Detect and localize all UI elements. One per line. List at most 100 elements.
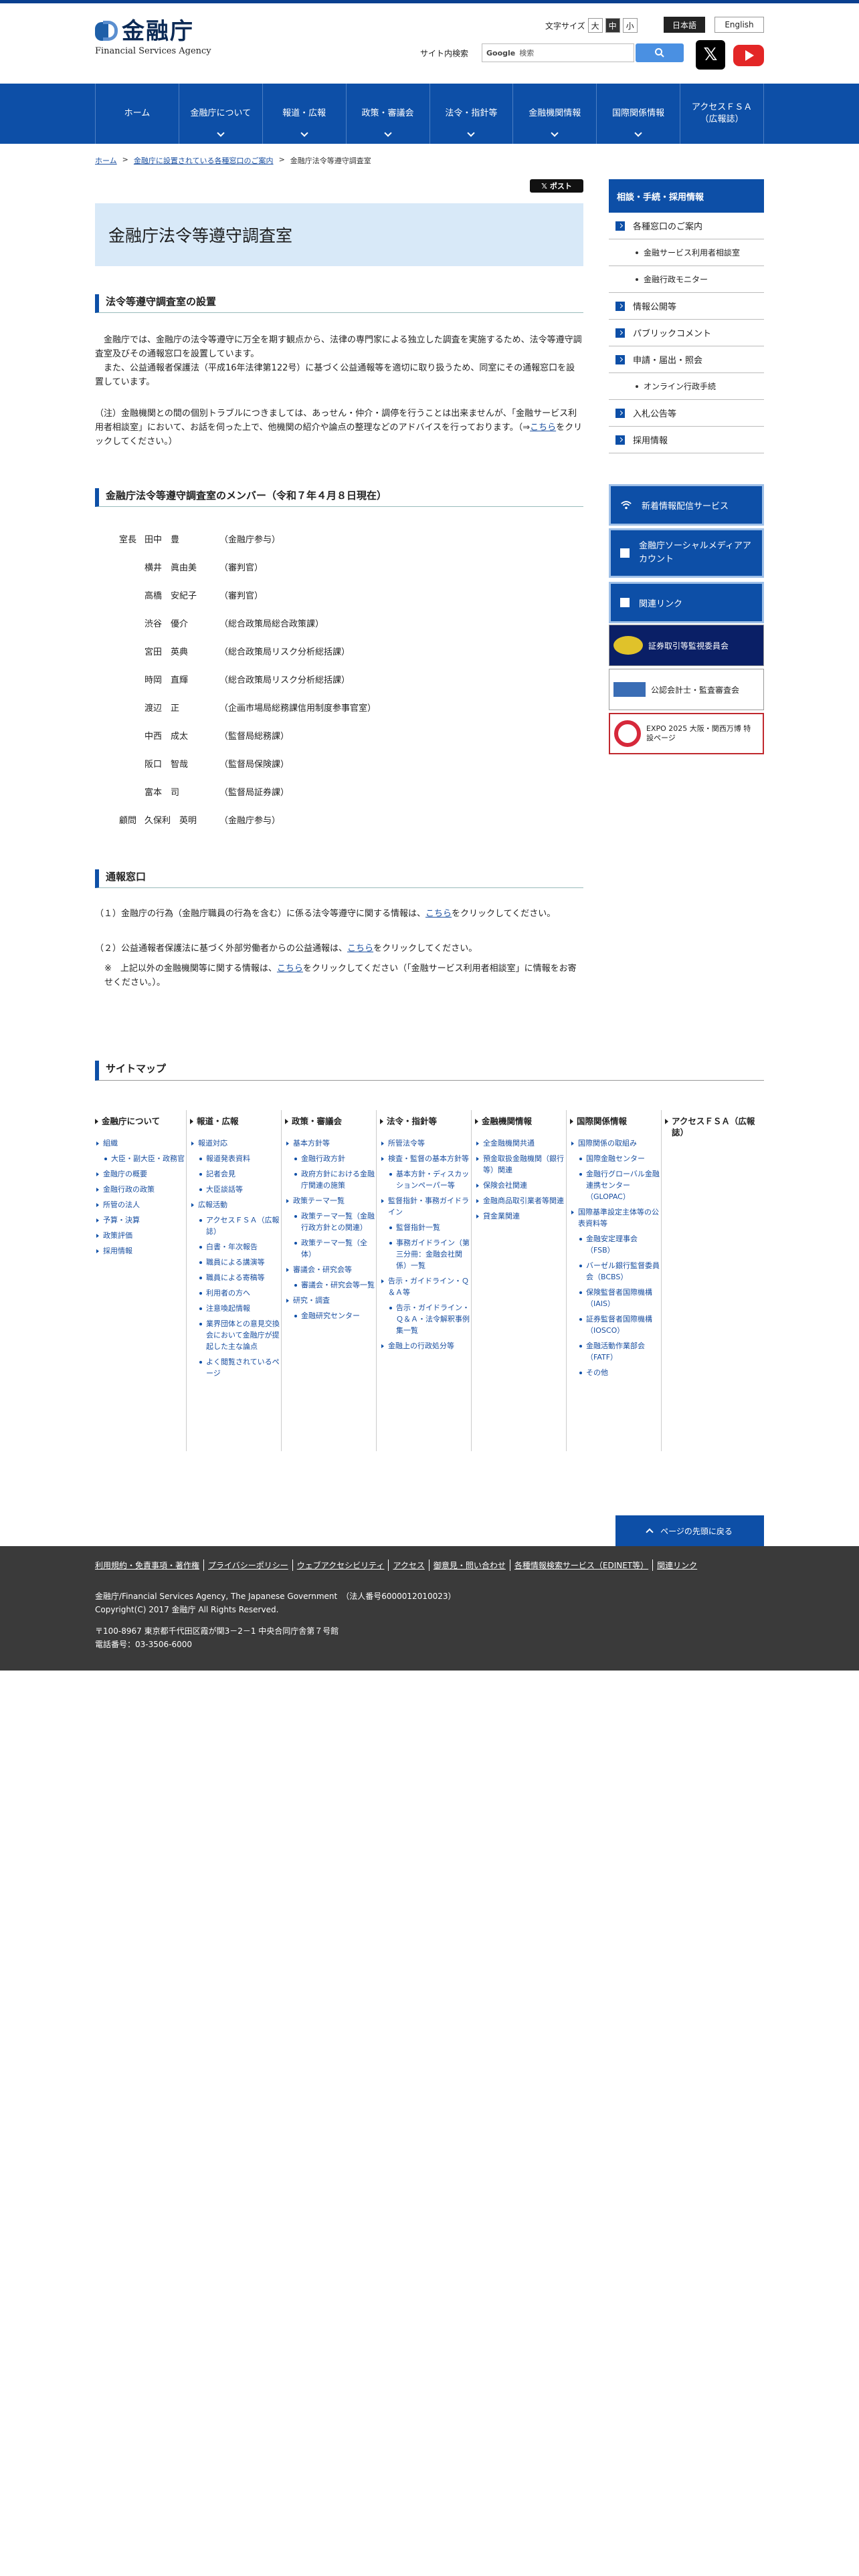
youtube-icon[interactable]	[733, 45, 764, 66]
page-top-button[interactable]: ページの先頭に戻る	[615, 1515, 764, 1546]
sitemap-column-heading[interactable]: 法令・指針等	[380, 1115, 470, 1127]
sitemap-link[interactable]: 所管法令等	[380, 1138, 470, 1149]
sitemap-link[interactable]: 監督指針・事務ガイドライン	[380, 1195, 470, 1218]
sitemap-link[interactable]: 利用者の方へ	[190, 1287, 280, 1299]
sitemap-link[interactable]: 証券監督者国際機構（IOSCO）	[570, 1313, 660, 1336]
sitemap-link[interactable]: 金融商品取引業者等関連	[475, 1195, 565, 1206]
side-nav-item[interactable]: パブリックコメント	[609, 320, 764, 346]
sitemap-link[interactable]: 予算・決算	[95, 1214, 185, 1226]
sitemap-link[interactable]: 告示・ガイドライン・Ｑ＆Ａ・法令解釈事例集一覧	[380, 1302, 470, 1336]
sitemap-link[interactable]: 金融行政方針	[285, 1153, 375, 1164]
banner-sesc[interactable]: 証券取引等監視委員会	[609, 625, 764, 666]
sitemap-column-heading[interactable]: 金融庁について	[95, 1115, 185, 1127]
footer-link[interactable]: 関連リンク	[652, 1560, 701, 1571]
banner-related-links[interactable]: 関連リンク	[609, 582, 764, 623]
sitemap-column-heading[interactable]: 政策・審議会	[285, 1115, 375, 1127]
sitemap-link[interactable]: 国際基準設定主体等の公表資料等	[570, 1206, 660, 1229]
footer-link[interactable]: プライバシーポリシー	[203, 1560, 292, 1571]
gnav-international[interactable]: 国際関係情報	[596, 84, 680, 144]
search-input[interactable]: Google 検索	[482, 43, 634, 62]
sitemap-link[interactable]: 業界団体との意見交換会において金融庁が提起した主な論点	[190, 1318, 280, 1352]
sitemap-link[interactable]: 白書・年次報告	[190, 1241, 280, 1253]
search-button[interactable]	[636, 43, 684, 62]
banner-social-media[interactable]: 金融庁ソーシャルメディアアカウント	[609, 528, 764, 578]
sitemap-link[interactable]: 保険監督者国際機構（IAIS）	[570, 1287, 660, 1309]
footer-link[interactable]: アクセス	[388, 1560, 428, 1571]
banner-news-delivery[interactable]: 新着情報配信サービス	[609, 484, 764, 526]
side-nav-item[interactable]: 採用情報	[609, 427, 764, 453]
font-size-small-button[interactable]: 小	[622, 18, 638, 33]
gnav-laws[interactable]: 法令・指針等	[429, 84, 513, 144]
side-nav-item[interactable]: 各種窓口のご案内	[609, 213, 764, 239]
sitemap-link[interactable]: 審議会・研究会等	[285, 1264, 375, 1275]
footer-link[interactable]: ウェブアクセシビリティ	[292, 1560, 389, 1571]
hotline-link-3[interactable]: こちら	[277, 964, 303, 974]
banner-cpaaob[interactable]: 公認会計士・監査審査会	[609, 669, 764, 710]
sitemap-link[interactable]: 採用情報	[95, 1245, 185, 1257]
font-size-medium-button[interactable]: 中	[605, 18, 620, 33]
footer-link[interactable]: 利用規約・免責事項・著作権	[95, 1560, 203, 1571]
side-nav-item[interactable]: 入札公告等	[609, 400, 764, 427]
sitemap-link[interactable]: 国際金融センター	[570, 1153, 660, 1164]
sitemap-link[interactable]: 金融安定理事会（FSB）	[570, 1233, 660, 1256]
sitemap-link[interactable]: 報道発表資料	[190, 1153, 280, 1164]
breadcrumb-home[interactable]: ホーム	[95, 155, 117, 166]
sitemap-link[interactable]: 注意喚起情報	[190, 1303, 280, 1314]
sitemap-link[interactable]: 政策テーマ一覧（全体）	[285, 1237, 375, 1260]
sitemap-link[interactable]: 検査・監督の基本方針等	[380, 1153, 470, 1164]
side-nav-item[interactable]: 情報公開等	[609, 293, 764, 320]
site-logo[interactable]: 金融庁	[95, 19, 194, 43]
sitemap-link[interactable]: 金融行政の政策	[95, 1184, 185, 1195]
gnav-about[interactable]: 金融庁について	[178, 84, 262, 144]
footer-link[interactable]: 各種情報検索サービス（EDINET等）	[509, 1560, 652, 1571]
sitemap-column-heading[interactable]: アクセスＦＳＡ（広報誌）	[665, 1115, 755, 1138]
sitemap-link[interactable]: よく閲覧されているページ	[190, 1356, 280, 1379]
footer-link[interactable]: 御意見・問い合わせ	[428, 1560, 510, 1571]
font-size-large-button[interactable]: 大	[587, 18, 603, 33]
sitemap-column-heading[interactable]: 金融機関情報	[475, 1115, 565, 1127]
lang-english-button[interactable]: English	[714, 17, 764, 33]
side-nav-item[interactable]: 金融サービス利用者相談室	[609, 239, 764, 266]
side-nav-item[interactable]: 申請・届出・照会	[609, 346, 764, 373]
side-nav-item[interactable]: 金融行政モニター	[609, 266, 764, 293]
banner-expo2025[interactable]: EXPO 2025 大阪・関西万博 特設ページ	[609, 713, 764, 754]
sitemap-link[interactable]: 金融活動作業部会（FATF）	[570, 1340, 660, 1363]
sitemap-link[interactable]: 組織	[95, 1138, 185, 1149]
sitemap-link[interactable]: 監督指針一覧	[380, 1222, 470, 1233]
sitemap-link[interactable]: 所管の法人	[95, 1199, 185, 1210]
sitemap-link[interactable]: 貸金業関連	[475, 1210, 565, 1222]
sitemap-link[interactable]: 政策テーマ一覧	[285, 1195, 375, 1206]
x-post-button[interactable]: 𝕏 ポスト	[530, 179, 583, 193]
x-twitter-icon[interactable]: 𝕏	[696, 40, 725, 70]
sitemap-link[interactable]: 記者会見	[190, 1168, 280, 1180]
sitemap-link[interactable]: 審議会・研究会等一覧	[285, 1279, 375, 1291]
sitemap-link[interactable]: 金融行グローバル金融連携センター（GLOPAC）	[570, 1168, 660, 1202]
sitemap-link[interactable]: その他	[570, 1367, 660, 1378]
lang-japanese-button[interactable]: 日本語	[664, 17, 705, 33]
sitemap-link[interactable]: アクセスＦＳＡ（広報誌）	[190, 1214, 280, 1237]
consultation-link[interactable]: こちら	[530, 423, 556, 433]
sitemap-column-heading[interactable]: 国際関係情報	[570, 1115, 660, 1127]
gnav-home[interactable]: ホーム	[95, 84, 179, 144]
sitemap-column-heading[interactable]: 報道・広報	[190, 1115, 280, 1127]
sitemap-link[interactable]: 政策テーマ一覧（金融行政方針との関連）	[285, 1210, 375, 1233]
sitemap-link[interactable]: 金融庁の概要	[95, 1168, 185, 1180]
sitemap-link[interactable]: 政策評価	[95, 1230, 185, 1241]
sitemap-link[interactable]: 職員による講演等	[190, 1257, 280, 1268]
sitemap-link[interactable]: 報道対応	[190, 1138, 280, 1149]
sitemap-link[interactable]: 金融上の行政処分等	[380, 1340, 470, 1352]
sitemap-link[interactable]: 政府方針における金融庁関連の施策	[285, 1168, 375, 1191]
sitemap-link[interactable]: 大臣・副大臣・政務官	[95, 1153, 185, 1164]
sitemap-link[interactable]: バーゼル銀行監督委員会（BCBS）	[570, 1260, 660, 1283]
sitemap-link[interactable]: 保険会社関連	[475, 1180, 565, 1191]
sitemap-link[interactable]: 研究・調査	[285, 1295, 375, 1306]
gnav-access-fsa[interactable]: アクセスＦＳＡ （広報誌）	[680, 84, 764, 144]
gnav-policy[interactable]: 政策・審議会	[345, 84, 430, 144]
breadcrumb-contacts[interactable]: 金融庁に設置されている各種窓口のご案内	[134, 155, 274, 166]
gnav-press[interactable]: 報道・広報	[262, 84, 346, 144]
sitemap-link[interactable]: 大臣談話等	[190, 1184, 280, 1195]
sitemap-link[interactable]: 全金融機関共通	[475, 1138, 565, 1149]
hotline-link-1[interactable]: こちら	[425, 909, 452, 919]
sitemap-link[interactable]: 事務ガイドライン（第三分冊：金融会社関係）一覧	[380, 1237, 470, 1271]
sitemap-link[interactable]: 職員による寄稿等	[190, 1272, 280, 1283]
